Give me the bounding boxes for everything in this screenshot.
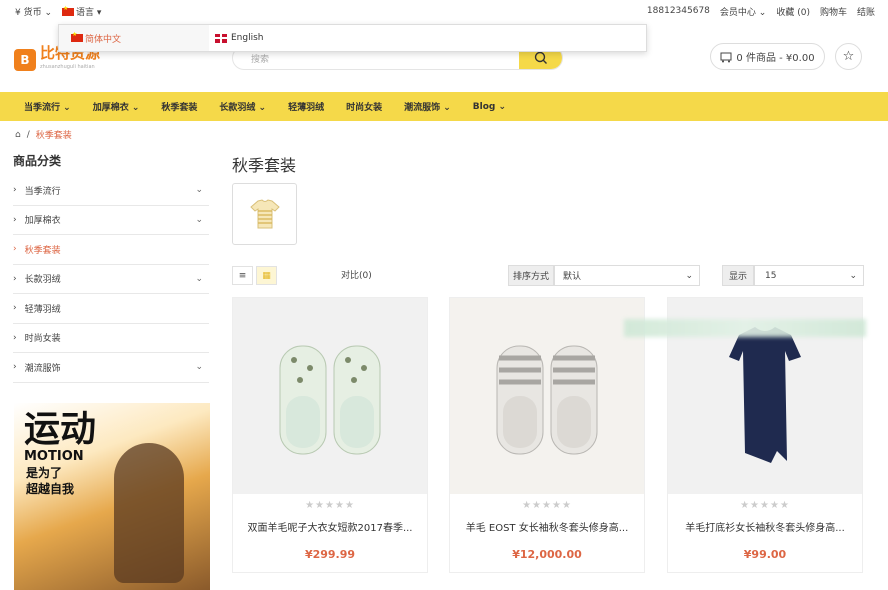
list-icon: ≡ [238,270,247,281]
product-card[interactable]: ★★★★★ 羊毛打底衫女长袖秋冬套头修身高... ¥99.00 [667,297,863,573]
compare-link[interactable]: 对比(0) [341,268,372,281]
sidebar-item-light-down[interactable]: › 轻薄羽绒 [13,294,209,324]
cart-button[interactable]: 0 件商品 - ¥0.00 [710,43,825,70]
main-nav: 当季流行 ⌄ 加厚棉衣 ⌄ 秋季套装 长款羽绒 ⌄ 轻薄羽绒 时尚女装 潮流服饰… [0,92,888,121]
runner-image [114,443,184,583]
nav-item-trendy[interactable]: 潮流服饰 ⌄ [404,100,451,113]
product-name[interactable]: 羊毛打底衫女长袖秋冬套头修身高... [668,519,862,534]
chevron-down-icon: ⌄ [849,270,857,281]
member-center-link[interactable]: 会员中心 ⌄ [720,5,766,18]
list-view-button[interactable]: ≡ [232,266,253,285]
sidebar-title: 商品分类 [13,154,62,168]
tshirt-image [249,199,280,229]
chevron-right-icon: › [13,244,17,255]
language-option-zh[interactable]: 简体中文 [59,25,209,51]
show-label: 显示 [722,265,754,286]
phone-number: 18812345678 [646,6,710,16]
product-price: ¥12,000.00 [512,548,582,561]
product-card[interactable]: ★★★★★ 双面羊毛呢子大衣女短款2017春季... ¥299.99 [232,297,428,573]
chevron-down-icon: ⌄ [685,270,693,281]
grid-view-button[interactable]: ▦ [256,266,277,285]
logo-subtitle: zhusanzhuguli haitian [40,64,95,70]
rating-stars: ★★★★★ [305,500,355,511]
product-toolbar: ≡ ▦ 对比(0) 排序方式 默认 ⌄ 显示 15 ⌄ [232,264,864,286]
sidebar-item-trendy[interactable]: › 潮流服饰 ⌄ [13,353,209,383]
cart-summary: 0 件商品 - ¥0.00 [736,53,815,64]
slippers-image [279,345,381,455]
dress-image [729,327,801,463]
chevron-right-icon: › [13,303,17,314]
nav-item-womens-fashion[interactable]: 时尚女装 [346,100,382,113]
banner-motion: MOTION [24,449,84,464]
caret-down-icon: ▾ [96,7,102,18]
cart-icon [720,52,732,62]
product-card[interactable]: ★★★★★ 羊毛 EOST 女长袖秋冬套头修身高... ¥12,000.00 [449,297,645,573]
product-name[interactable]: 双面羊毛呢子大衣女短款2017春季... [233,519,427,534]
chevron-right-icon: › [13,185,17,196]
nav-item-light-down[interactable]: 轻薄羽绒 [288,100,324,113]
product-price: ¥99.00 [743,548,787,561]
search-icon [534,51,547,64]
checkout-link[interactable]: 结账 [857,5,875,18]
china-flag-icon [71,31,83,42]
banner-line2: 超越自我 [26,482,75,496]
nav-item-padded-coats[interactable]: 加厚棉衣 ⌄ [93,100,140,113]
wishlist-button[interactable]: ☆ [835,43,862,70]
category-thumbnail[interactable] [232,183,297,245]
chevron-right-icon: › [13,214,17,225]
sidebar-item-womens-fashion[interactable]: › 时尚女装 [13,324,209,353]
nav-item-long-down[interactable]: 长款羽绒 ⌄ [219,100,266,113]
breadcrumb-current[interactable]: 秋季套装 [36,128,72,141]
chevron-right-icon: › [13,273,17,284]
nav-item-seasonal[interactable]: 当季流行 ⌄ [24,100,71,113]
page-title: 秋季套装 [232,156,297,175]
category-sidebar: 商品分类 › 当季流行 ⌄ › 加厚棉衣 ⌄ › 秋季套装 › 长款羽绒 ⌄ › 轻薄羽绒 › 时… [13,152,209,383]
language-dropdown: 简体中文 English [58,24,647,52]
product-image[interactable] [450,298,644,494]
chevron-down-icon[interactable]: ⌄ [195,185,203,195]
sidebar-item-long-down[interactable]: › 长款羽绒 ⌄ [13,265,209,294]
sidebar-item-seasonal[interactable]: › 当季流行 ⌄ [13,176,209,206]
cart-link[interactable]: 购物车 [820,5,847,18]
language-option-en[interactable]: English [209,33,264,43]
top-bar: ¥ 货币 ⌄ 语言 ▾ 18812345678 会员中心 ⌄ 收藏 (0) 购物… [0,0,888,22]
sort-label: 排序方式 [508,265,554,286]
favorites-link[interactable]: 收藏 (0) [776,5,810,18]
currency-selector[interactable]: ¥ 货币 ⌄ [15,5,52,18]
home-icon[interactable]: ⌂ [15,130,21,140]
sidebar-item-padded-coats[interactable]: › 加厚棉衣 ⌄ [13,206,209,235]
sidebar-item-autumn-sets[interactable]: › 秋季套装 [13,235,209,265]
chevron-down-icon: ⌄ [44,7,53,18]
product-name[interactable]: 羊毛 EOST 女长袖秋冬套头修身高... [450,519,644,534]
china-flag-icon [62,5,75,16]
logo-icon: B [14,49,36,71]
banner-line1: 是为了 [26,466,63,480]
chevron-down-icon[interactable]: ⌄ [195,362,203,372]
slippers-image [496,345,598,455]
search-input[interactable]: 搜索 [233,52,519,65]
nav-item-blog[interactable]: Blog ⌄ [473,102,506,112]
language-selector[interactable]: 语言 ▾ [62,5,101,18]
chevron-right-icon: › [13,332,17,343]
chevron-down-icon[interactable]: ⌄ [195,215,203,225]
breadcrumb: ⌂ / 秋季套装 [15,128,72,142]
chevron-right-icon: › [13,362,17,373]
rating-stars: ★★★★★ [522,500,572,511]
show-count-select[interactable]: 15 ⌄ [754,265,864,286]
banner-headline: 运动 [24,409,97,450]
promo-banner[interactable]: 运动 MOTION 是为了超越自我 [14,403,210,590]
blurred-overlay [624,319,866,337]
star-icon: ☆ [842,49,855,64]
rating-stars: ★★★★★ [740,500,790,511]
grid-icon: ▦ [262,270,271,281]
chevron-down-icon[interactable]: ⌄ [195,274,203,284]
product-image[interactable] [233,298,427,494]
product-price: ¥299.99 [304,548,356,561]
nav-item-autumn-sets[interactable]: 秋季套装 [161,100,197,113]
sort-select[interactable]: 默认 ⌄ [554,265,700,286]
uk-flag-icon [215,33,227,43]
